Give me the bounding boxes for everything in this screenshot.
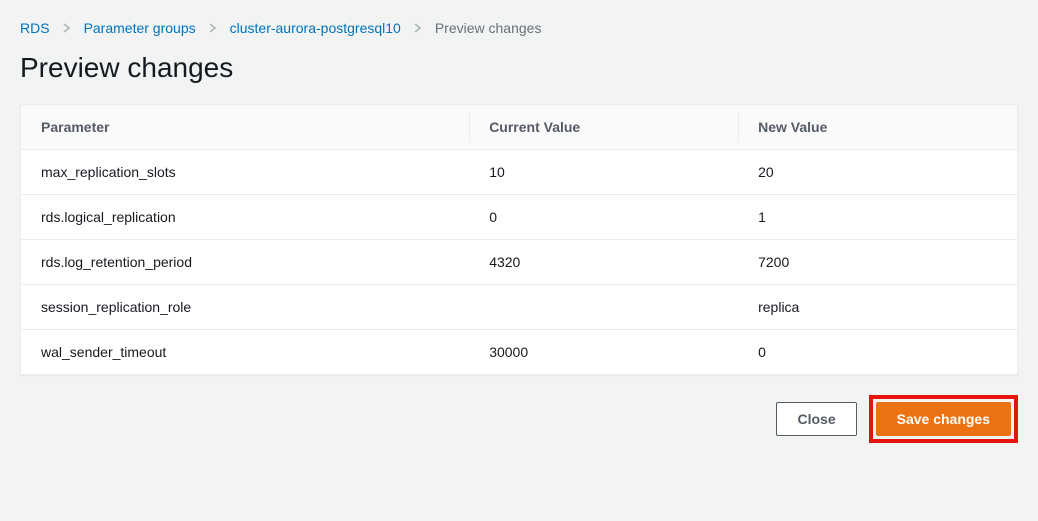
highlight-annotation: Save changes	[869, 395, 1018, 443]
breadcrumb-rds[interactable]: RDS	[20, 20, 50, 36]
breadcrumb-parameter-groups[interactable]: Parameter groups	[84, 20, 196, 36]
header-parameter: Parameter	[21, 105, 469, 150]
changes-table: Parameter Current Value New Value max_re…	[21, 105, 1017, 374]
page-title: Preview changes	[20, 52, 1018, 84]
table-row: session_replication_role replica	[21, 285, 1017, 330]
cell-current-value: 0	[469, 195, 738, 240]
action-bar: Close Save changes	[20, 395, 1018, 443]
cell-parameter: wal_sender_timeout	[21, 330, 469, 375]
chevron-right-icon	[62, 23, 72, 33]
close-button[interactable]: Close	[776, 402, 856, 436]
table-row: max_replication_slots 10 20	[21, 150, 1017, 195]
breadcrumb-group-name[interactable]: cluster-aurora-postgresql10	[230, 20, 401, 36]
cell-current-value: 4320	[469, 240, 738, 285]
cell-parameter: max_replication_slots	[21, 150, 469, 195]
breadcrumb-current: Preview changes	[435, 20, 542, 36]
cell-new-value: 1	[738, 195, 1017, 240]
cell-current-value: 10	[469, 150, 738, 195]
table-row: wal_sender_timeout 30000 0	[21, 330, 1017, 375]
table-row: rds.logical_replication 0 1	[21, 195, 1017, 240]
cell-new-value: 7200	[738, 240, 1017, 285]
cell-current-value	[469, 285, 738, 330]
table-row: rds.log_retention_period 4320 7200	[21, 240, 1017, 285]
header-new-value: New Value	[738, 105, 1017, 150]
cell-parameter: rds.log_retention_period	[21, 240, 469, 285]
cell-parameter: rds.logical_replication	[21, 195, 469, 240]
chevron-right-icon	[413, 23, 423, 33]
breadcrumbs: RDS Parameter groups cluster-aurora-post…	[20, 20, 1018, 36]
save-changes-button[interactable]: Save changes	[876, 402, 1011, 436]
cell-parameter: session_replication_role	[21, 285, 469, 330]
cell-new-value: 20	[738, 150, 1017, 195]
chevron-right-icon	[208, 23, 218, 33]
cell-new-value: 0	[738, 330, 1017, 375]
changes-panel: Parameter Current Value New Value max_re…	[20, 104, 1018, 375]
header-current-value: Current Value	[469, 105, 738, 150]
cell-new-value: replica	[738, 285, 1017, 330]
cell-current-value: 30000	[469, 330, 738, 375]
